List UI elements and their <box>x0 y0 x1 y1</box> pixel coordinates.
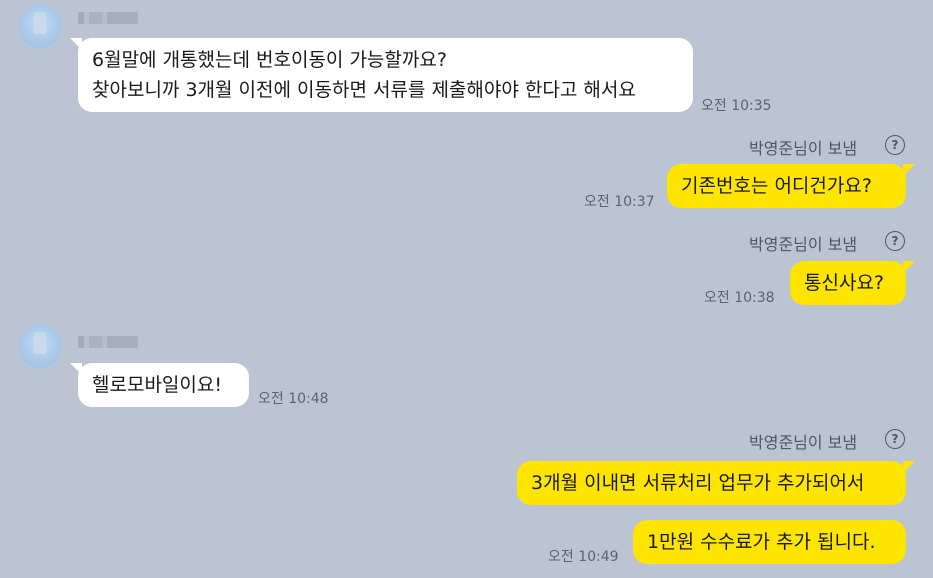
message-text: 헬로모바일이요! <box>92 374 222 396</box>
sent-by-label: 박영준님이 보냄 <box>749 235 858 254</box>
message-bubble-outgoing[interactable]: 기존번호는 어디건가요? <box>667 164 906 208</box>
message-time: 오전 10:38 <box>704 290 775 306</box>
bubble-tail <box>903 261 915 273</box>
sent-by-label: 박영준님이 보냄 <box>749 433 858 452</box>
avatar[interactable] <box>18 324 62 368</box>
chat-area[interactable]: 6월말에 개통했는데 번호이동이 가능할까요? 찾아보니까 3개월 이전에 이동… <box>0 0 933 578</box>
message-time: 오전 10:37 <box>584 194 655 210</box>
sent-by-label: 박영준님이 보냄 <box>749 139 858 158</box>
message-time: 오전 10:35 <box>701 98 772 114</box>
message-bubble-outgoing[interactable]: 3개월 이내면 서류처리 업무가 추가되어서 <box>517 461 906 505</box>
help-icon[interactable]: ? <box>885 429 905 449</box>
help-icon[interactable]: ? <box>885 135 905 155</box>
help-icon[interactable]: ? <box>885 231 905 251</box>
message-bubble-incoming[interactable]: 헬로모바일이요! <box>78 363 249 407</box>
message-bubble-outgoing[interactable]: 1만원 수수료가 추가 됩니다. <box>633 520 906 564</box>
avatar[interactable] <box>18 4 62 48</box>
message-text: 통신사요? <box>804 272 885 294</box>
message-text: 1만원 수수료가 추가 됩니다. <box>647 531 876 553</box>
message-text: 3개월 이내면 서류처리 업무가 추가되어서 <box>531 472 865 494</box>
message-text-line: 찾아보니까 3개월 이전에 이동하면 서류를 제출해야야 한다고 해서요 <box>92 79 636 101</box>
message-bubble-incoming[interactable]: 6월말에 개통했는데 번호이동이 가능할까요? 찾아보니까 3개월 이전에 이동… <box>78 38 693 112</box>
sender-name-blurred <box>78 12 138 24</box>
bubble-tail <box>903 164 915 176</box>
message-time: 오전 10:48 <box>258 391 329 407</box>
sender-name-blurred <box>78 336 138 348</box>
message-time: 오전 10:49 <box>548 549 619 565</box>
bubble-tail <box>903 461 915 473</box>
message-bubble-outgoing[interactable]: 통신사요? <box>790 261 906 305</box>
message-text-line: 6월말에 개통했는데 번호이동이 가능할까요? <box>92 49 447 71</box>
message-text: 기존번호는 어디건가요? <box>681 175 872 197</box>
